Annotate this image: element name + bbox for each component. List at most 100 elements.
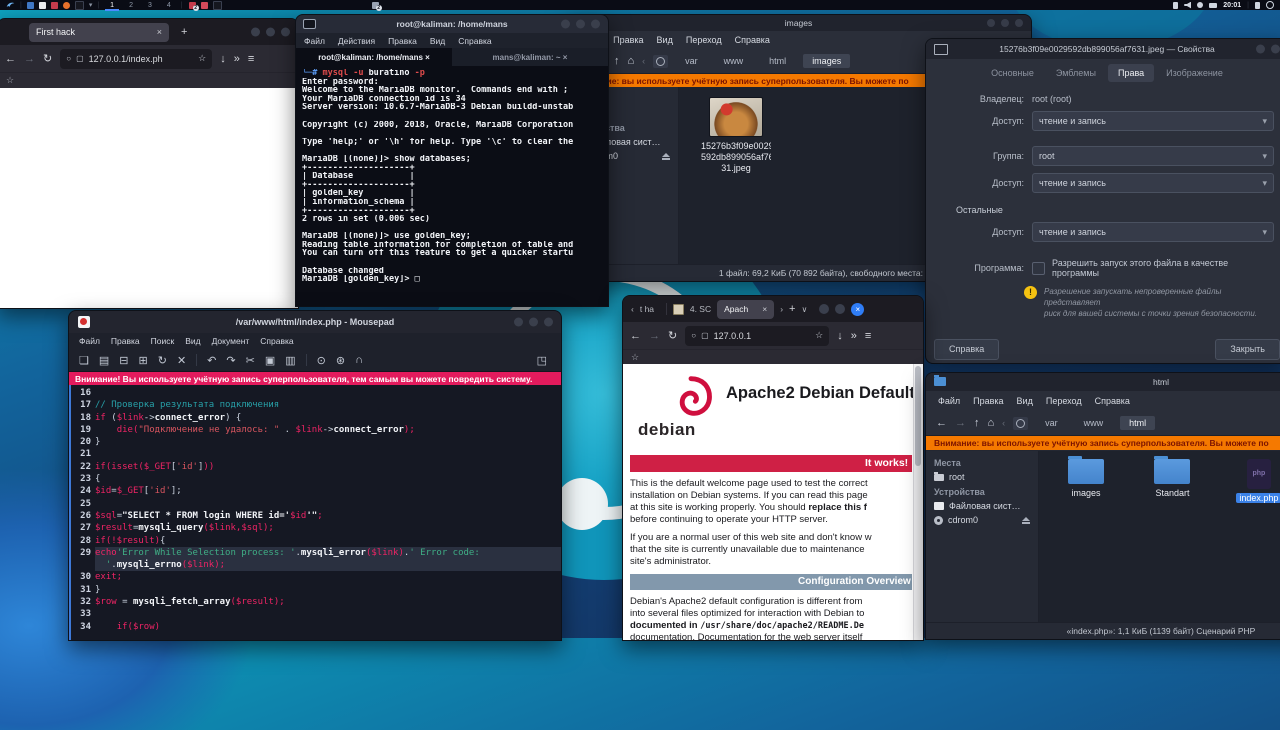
cut-icon[interactable]: ✂ bbox=[246, 354, 255, 367]
bookmark-star-icon[interactable]: ☆ bbox=[198, 53, 206, 64]
menu-item-actions[interactable]: Действия bbox=[338, 36, 375, 46]
scrollbar[interactable] bbox=[913, 364, 923, 640]
save-as-icon[interactable]: ⊞ bbox=[139, 354, 148, 367]
title-bar[interactable]: html bbox=[926, 373, 1280, 391]
breadcrumb-html[interactable]: html bbox=[760, 54, 795, 68]
url-text[interactable]: 127.0.0.1 bbox=[714, 331, 811, 341]
group-select[interactable]: root ▾ bbox=[1032, 146, 1274, 166]
forward-button[interactable]: → bbox=[24, 53, 35, 65]
reload-button[interactable]: ↻ bbox=[668, 329, 677, 342]
open-file-icon[interactable]: ▤ bbox=[99, 354, 109, 367]
clipboard-icon[interactable] bbox=[1173, 2, 1178, 9]
sidebar-item-filesystem[interactable]: Файловая сист… bbox=[926, 499, 1038, 513]
shield-icon[interactable]: ○ bbox=[66, 54, 71, 63]
back-button[interactable]: ← bbox=[5, 53, 16, 65]
close-button[interactable] bbox=[544, 318, 553, 327]
forward-button[interactable]: → bbox=[955, 417, 966, 429]
minimize-button[interactable] bbox=[514, 318, 523, 327]
menu-item-view[interactable]: Вид bbox=[1017, 396, 1033, 406]
terminal-launcher-icon[interactable] bbox=[75, 1, 84, 10]
menu-item-edit[interactable]: Правка bbox=[613, 35, 643, 45]
close-button[interactable] bbox=[1271, 45, 1280, 54]
volume-icon[interactable] bbox=[1184, 2, 1191, 9]
minimize-button[interactable] bbox=[1256, 45, 1265, 54]
forward-button[interactable]: → bbox=[649, 330, 660, 342]
file-tile-jpeg[interactable]: 15276b3f09e0029592db899056af7631.jpeg bbox=[701, 97, 771, 174]
maximize-button[interactable] bbox=[529, 318, 538, 327]
power-icon[interactable] bbox=[1266, 1, 1274, 9]
battery-icon[interactable] bbox=[1255, 2, 1260, 9]
menu-item-help[interactable]: Справка bbox=[458, 36, 491, 46]
menu-item-go[interactable]: Переход bbox=[686, 35, 722, 45]
shield-icon[interactable]: ○ bbox=[691, 331, 696, 340]
go-to-icon[interactable]: ∩ bbox=[355, 354, 363, 366]
tab-close-icon[interactable]: × bbox=[762, 304, 767, 314]
taskbar-firefox-icon[interactable]: 2 bbox=[372, 2, 379, 9]
maximize-button[interactable] bbox=[835, 304, 845, 314]
bookmark-item-icon[interactable]: ☆ bbox=[6, 75, 14, 86]
overflow-menu-icon[interactable]: » bbox=[234, 53, 240, 65]
tab-screenshot[interactable]: 4. SC bbox=[690, 304, 711, 314]
back-button[interactable]: ← bbox=[630, 330, 641, 342]
reload-icon[interactable]: ↻ bbox=[158, 354, 167, 367]
title-bar[interactable]: 15276b3f09e0029592db899056af7631.jpeg — … bbox=[926, 39, 1280, 59]
menu-item-edit[interactable]: Правка bbox=[973, 396, 1003, 406]
taskbar-terminal-icon[interactable] bbox=[213, 1, 222, 10]
others-access-select[interactable]: чтение и запись ▾ bbox=[1032, 222, 1274, 242]
tab-apache-active[interactable]: Apach × bbox=[717, 300, 774, 319]
app-menu-icon[interactable]: ≡ bbox=[865, 330, 871, 342]
sidebar-item-root[interactable]: root bbox=[926, 470, 1038, 484]
file-list-area[interactable]: images Standart php index.php bbox=[1039, 451, 1280, 623]
new-tab-button[interactable]: + bbox=[789, 303, 795, 315]
file-tile-index-php[interactable]: php index.php bbox=[1224, 459, 1280, 504]
tab-emblems[interactable]: Эмблемы bbox=[1046, 64, 1106, 82]
breadcrumb-var[interactable]: var bbox=[676, 54, 707, 68]
folder-tile-standart[interactable]: Standart bbox=[1137, 459, 1207, 499]
menu-item-help[interactable]: Справка bbox=[260, 336, 293, 346]
menu-item-help[interactable]: Справка bbox=[735, 35, 770, 45]
chevron-down-icon[interactable]: ▾ bbox=[89, 1, 93, 9]
list-tabs-icon[interactable]: ∨ bbox=[801, 305, 807, 314]
title-bar[interactable]: /var/www/html/index.php - Mousepad bbox=[69, 311, 561, 333]
tab-general[interactable]: Основные bbox=[981, 64, 1044, 82]
maximize-button[interactable] bbox=[576, 20, 585, 29]
editor-area[interactable]: 1617181920212223242526272829 3031323334 … bbox=[69, 385, 561, 640]
notifications-icon[interactable] bbox=[1197, 2, 1203, 8]
close-button[interactable] bbox=[591, 20, 600, 29]
close-button[interactable] bbox=[1015, 19, 1023, 27]
minimize-button[interactable] bbox=[987, 19, 995, 27]
title-bar[interactable]: root@kaliman: /home/mans bbox=[296, 15, 608, 33]
eject-icon[interactable] bbox=[1022, 517, 1030, 524]
maximize-button[interactable] bbox=[1001, 19, 1009, 27]
back-button[interactable]: ← bbox=[936, 417, 947, 429]
folder-tile-images[interactable]: images bbox=[1051, 459, 1121, 499]
keyboard-layout-icon[interactable] bbox=[1209, 3, 1217, 8]
minimize-button[interactable] bbox=[251, 28, 260, 37]
menu-item-edit[interactable]: Правка bbox=[388, 36, 417, 46]
close-dialog-button[interactable]: Закрыть bbox=[1215, 339, 1280, 360]
text-editor-launcher-icon[interactable] bbox=[39, 2, 46, 9]
sidebar-item-cdrom[interactable]: cdrom0 bbox=[926, 513, 1038, 527]
reload-button[interactable]: ↻ bbox=[43, 52, 52, 65]
breadcrumb-www[interactable]: www bbox=[1075, 416, 1113, 430]
overflow-menu-icon[interactable]: » bbox=[851, 330, 857, 342]
firefox-launcher-icon[interactable] bbox=[63, 2, 70, 9]
up-button[interactable]: ↑ bbox=[614, 55, 620, 67]
tab-scroll-right-icon[interactable]: › bbox=[780, 304, 783, 314]
group-access-select[interactable]: чтение и запись ▾ bbox=[1032, 173, 1274, 193]
menu-item-file[interactable]: Файл bbox=[79, 336, 100, 346]
menu-item-file[interactable]: Файл bbox=[938, 396, 960, 406]
menu-item-go[interactable]: Переход bbox=[1046, 396, 1082, 406]
page-info-icon[interactable]: ▢ bbox=[76, 54, 84, 63]
save-icon[interactable]: ⊟ bbox=[119, 354, 128, 367]
copy-icon[interactable]: ▣ bbox=[265, 354, 275, 367]
bookmark-item-icon[interactable]: ☆ bbox=[631, 352, 639, 363]
help-button[interactable]: Справка bbox=[934, 339, 999, 360]
mousepad-launcher-icon[interactable] bbox=[51, 2, 58, 9]
breadcrumb-www[interactable]: www bbox=[715, 54, 753, 68]
menu-item-document[interactable]: Документ bbox=[212, 336, 250, 346]
find-replace-icon[interactable]: ⊛ bbox=[336, 354, 345, 367]
menu-item-help[interactable]: Справка bbox=[1095, 396, 1130, 406]
workspace-1[interactable]: 1 bbox=[105, 2, 119, 9]
page-info-icon[interactable]: ▢ bbox=[701, 331, 709, 340]
